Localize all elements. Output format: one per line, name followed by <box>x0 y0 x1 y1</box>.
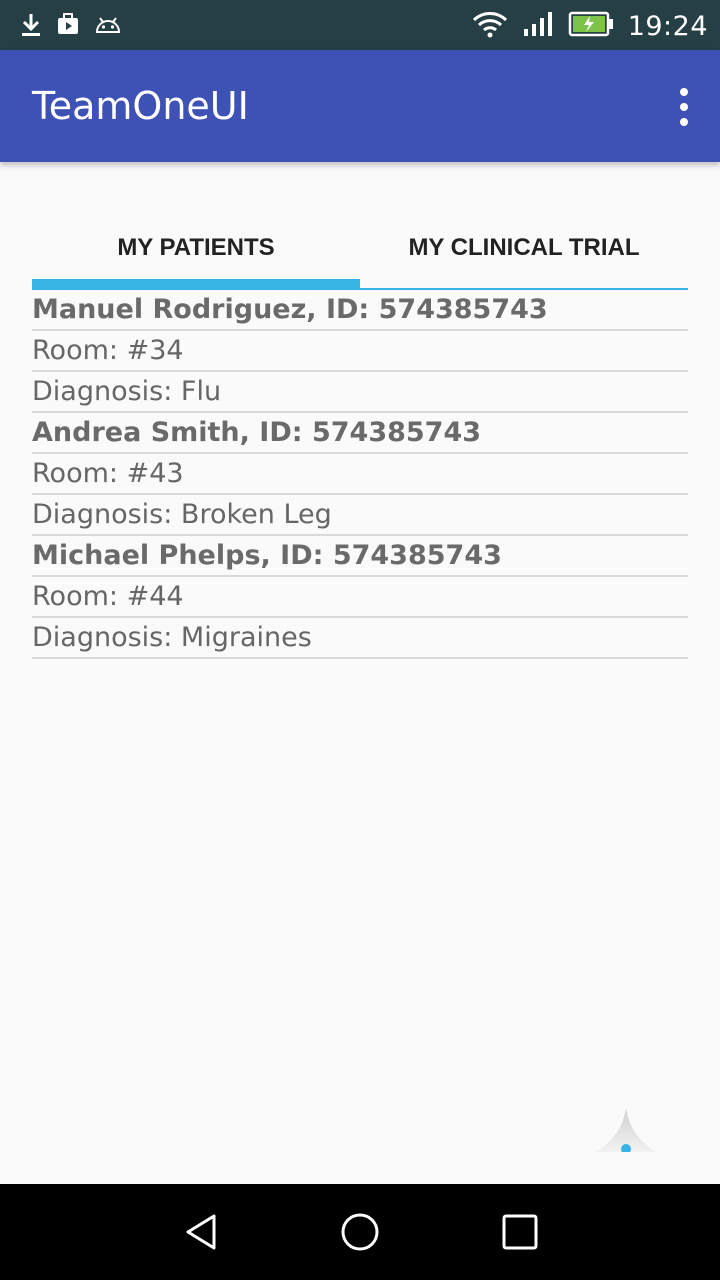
status-time: 19:24 <box>627 11 708 42</box>
patient-room[interactable]: Room: #43 <box>32 454 688 495</box>
media-briefcase-icon <box>56 12 80 43</box>
patient-diagnosis[interactable]: Diagnosis: Migraines <box>32 618 688 659</box>
tab-bar: MY PATIENTS MY CLINICAL TRIAL <box>32 210 688 290</box>
recents-icon[interactable] <box>500 1212 540 1252</box>
tab-selected-indicator <box>32 279 360 289</box>
patient-header[interactable]: Manuel Rodriguez, ID: 574385743 <box>32 290 688 331</box>
android-icon <box>94 12 122 43</box>
patient-header[interactable]: Andrea Smith, ID: 574385743 <box>32 413 688 454</box>
cell-signal-icon <box>522 10 554 43</box>
tab-my-clinical-trial[interactable]: MY CLINICAL TRIAL <box>360 210 688 286</box>
tab-my-patients[interactable]: MY PATIENTS <box>32 210 360 286</box>
download-icon <box>20 12 42 43</box>
wifi-icon <box>472 10 508 43</box>
patient-list: Manuel Rodriguez, ID: 574385743 Room: #3… <box>32 290 688 659</box>
app-title: TeamOneUI <box>32 84 249 128</box>
home-icon[interactable] <box>340 1212 380 1252</box>
patient-diagnosis[interactable]: Diagnosis: Broken Leg <box>32 495 688 536</box>
patient-room[interactable]: Room: #44 <box>32 577 688 618</box>
scroll-hint-icon <box>596 1106 656 1154</box>
battery-charging-icon <box>568 11 614 42</box>
patient-diagnosis[interactable]: Diagnosis: Flu <box>32 372 688 413</box>
status-bar: 19:24 <box>0 0 720 50</box>
patient-header[interactable]: Michael Phelps, ID: 574385743 <box>32 536 688 577</box>
overflow-menu-icon[interactable] <box>678 88 690 126</box>
app-bar: TeamOneUI <box>0 50 720 162</box>
patient-room[interactable]: Room: #34 <box>32 331 688 372</box>
system-nav-bar <box>0 1184 720 1280</box>
back-icon[interactable] <box>182 1212 222 1252</box>
